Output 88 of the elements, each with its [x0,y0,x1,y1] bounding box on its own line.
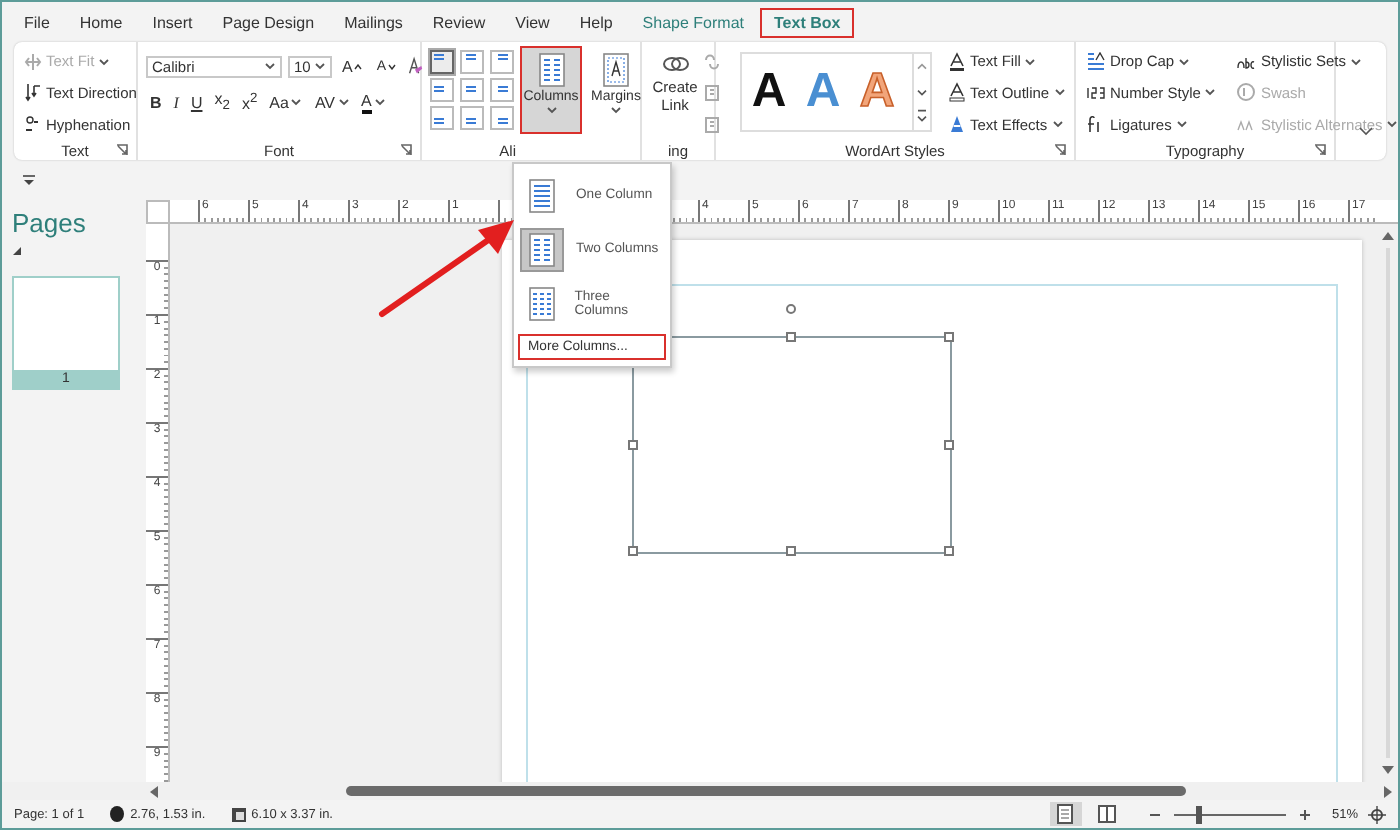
ribbon-tab[interactable]: File [10,7,64,37]
caret-icon [1024,57,1037,66]
scroll-left-arrow-icon[interactable] [150,785,158,797]
grow-font-button[interactable]: A [338,54,367,78]
caret-icon [264,62,276,70]
caret-icon [1053,88,1066,97]
ribbon-tab[interactable]: Insert [138,7,207,37]
pages-pane-title: Pages [12,208,88,238]
ribbon-tab[interactable]: View [501,7,564,37]
letter-fill-icon [948,51,966,72]
caret-icon [1178,57,1191,66]
dialog-launcher-icon[interactable] [1314,144,1326,156]
number-icon [1086,82,1106,103]
alignment-button[interactable] [460,50,484,74]
dialog-launcher-icon[interactable] [400,144,412,156]
resize-handle[interactable] [628,439,638,449]
zoom-in-icon[interactable] [1299,809,1310,819]
caret-icon [373,98,386,106]
alignment-button[interactable] [460,106,484,130]
scroll-down-arrow-icon[interactable] [1382,766,1394,774]
down-caret-icon [388,63,397,69]
object-size-icon [231,807,246,821]
caret-icon [1386,120,1399,129]
wordart-style[interactable]: A [742,64,796,120]
change-case-button[interactable]: Aa [265,90,307,114]
character-spacing-button[interactable]: AV [310,90,354,114]
caret-icon [610,106,622,114]
alignment-button[interactable] [430,78,454,102]
alignment-button[interactable] [490,106,514,130]
caret-icon [545,106,557,114]
letter-outline-icon [948,82,966,103]
font-color-button[interactable]: A [357,90,390,114]
ribbon-tab[interactable]: Text Box [760,7,855,37]
letter-effects-icon [948,114,966,135]
caret-icon [1204,88,1217,97]
chain-link-icon [661,52,689,76]
swash-icon [1236,82,1257,103]
alignment-button[interactable] [490,78,514,102]
superscript-button[interactable]: x$^{2}$ [237,90,262,114]
ribbon-tab[interactable]: Home [65,7,137,37]
resize-handle[interactable] [786,546,796,556]
caret-icon [314,62,326,70]
rotation-handle[interactable] [786,304,796,314]
cursor-position-icon [110,806,125,822]
resize-handle[interactable] [944,546,954,556]
margins-icon [602,52,630,88]
direction-icon [24,82,42,103]
scroll-up-arrow-icon[interactable] [1382,232,1394,240]
alignment-button[interactable] [460,78,484,102]
resize-handle[interactable] [944,332,954,342]
single-page-view-button[interactable] [1049,802,1082,826]
clear-formatting-icon[interactable] [406,56,425,76]
customize-toolbar-icon[interactable] [22,174,36,186]
caret-icon [290,98,303,106]
ribbon-tab[interactable]: Mailings [330,7,417,37]
columns-icon [537,52,565,88]
alignment-button[interactable] [430,106,454,130]
wordart-gallery[interactable]: A A A [740,52,932,132]
zoom-slider-thumb[interactable] [1196,805,1203,823]
collapse-triangle-icon[interactable] [12,246,22,256]
ribbon-tab[interactable]: Help [565,7,627,37]
up-caret-icon [354,63,363,69]
scroll-right-arrow-icon[interactable] [1384,785,1392,797]
dropcap-icon [1086,51,1106,72]
caret-icon [1051,120,1064,129]
subscript-button[interactable]: x$_{2}$ [210,90,234,114]
alignment-button[interactable] [490,50,514,74]
caret-icon [1175,120,1188,129]
dialog-launcher-icon[interactable] [116,144,128,156]
hyphenation-icon [24,114,42,135]
resize-handle[interactable] [944,439,954,449]
ribbon-tab[interactable]: Shape Format [628,7,758,37]
fit-to-window-icon[interactable] [1368,805,1386,823]
bold-button[interactable]: B [146,90,166,114]
underline-button[interactable]: U [186,90,207,114]
alignment-button[interactable] [430,50,454,74]
ribbon-tab[interactable]: Page Design [208,7,329,37]
resize-handle[interactable] [628,546,638,556]
caret-icon [98,57,111,66]
dialog-launcher-icon[interactable] [1054,144,1066,156]
ribbon-tab[interactable]: Review [418,7,500,37]
ruler-origin-marker[interactable] [146,200,170,224]
caret-icon [337,98,350,106]
fit-icon [24,51,42,72]
zoom-out-icon[interactable] [1149,809,1160,819]
caret-icon [1349,57,1362,66]
italic-button[interactable]: I [169,90,183,114]
resize-handle[interactable] [786,332,796,342]
